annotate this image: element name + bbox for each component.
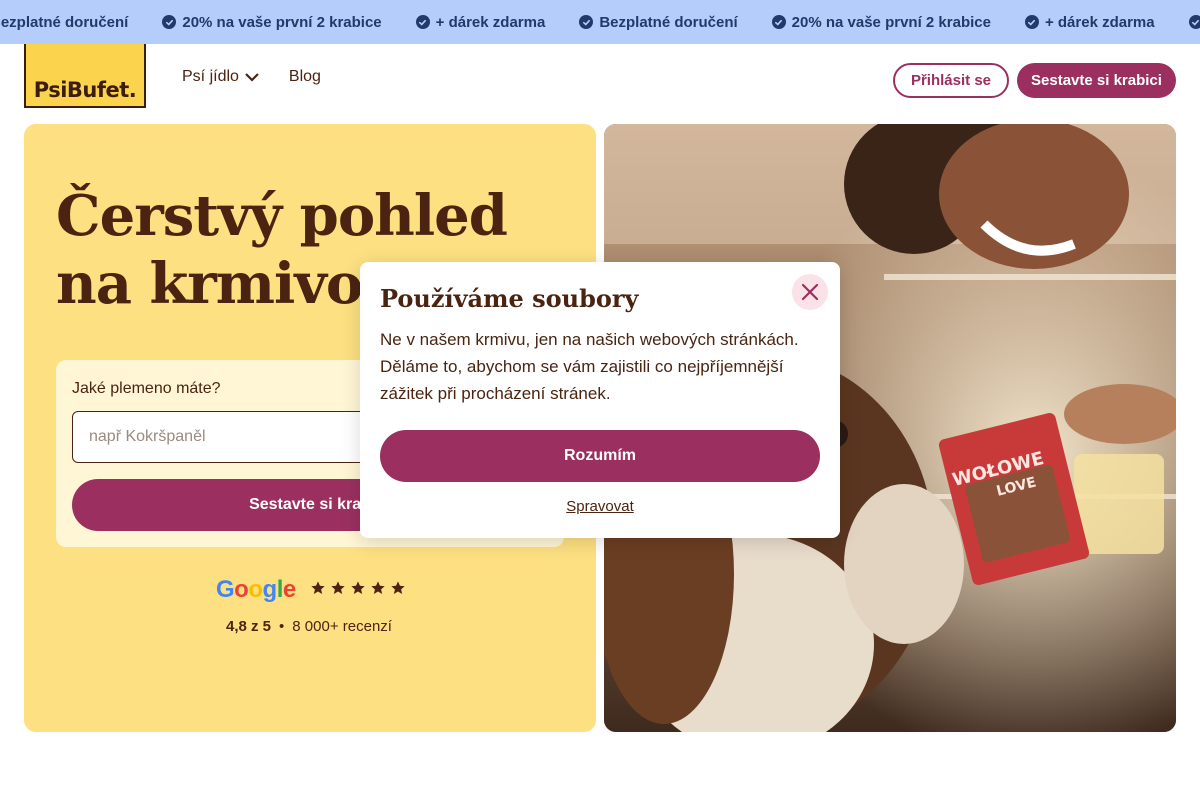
promo-item-label: 20% na vaše první 2 krabice [791, 13, 991, 31]
manage-cookies-link[interactable]: Spravovat [360, 498, 840, 515]
close-icon [801, 283, 819, 301]
promo-item-label: + dárek zdarma [1044, 13, 1155, 31]
star-icon [370, 580, 390, 601]
rating-top: Google [216, 576, 436, 604]
check-circle-icon [1024, 15, 1039, 29]
promo-item: Bezplatné doručení [579, 13, 738, 31]
build-box-button[interactable]: Sestavte si krabici [1017, 63, 1176, 98]
google-rating: Google 4,8 z 5 • 8 000+ recenzí [216, 576, 436, 635]
promo-item: Bezplatné doručení [0, 14, 128, 31]
promo-item-label: + dárek zdarma [435, 13, 546, 31]
rating-score: 4,8 z 5 [226, 618, 272, 635]
close-button[interactable] [792, 274, 828, 310]
nav-item-label: Psí jídlo [182, 68, 239, 85]
hero-title-line-1: Čerstvý pohled [56, 183, 508, 249]
check-circle-icon [162, 15, 177, 29]
cookie-text: Ne v našem krmivu, jen na našich webovýc… [380, 330, 799, 403]
site-header: PsiBufet. Psí jídlo Blog Přihlásit se Se… [0, 44, 1200, 116]
breed-label: Jaké plemeno máte? [72, 380, 221, 397]
check-circle-icon [771, 15, 786, 29]
star-icon [390, 580, 410, 601]
rating-summary: 4,8 z 5 • 8 000+ recenzí [226, 618, 392, 635]
accept-cookies-button[interactable]: Rozumím [380, 430, 820, 482]
promo-item-label: Bezplatné doručení [599, 13, 738, 31]
promo-item-label: 20% na vaše první 2 krabice [182, 13, 382, 31]
promo-item: + dárek zdarma [1024, 13, 1155, 31]
check-circle-icon [415, 15, 430, 29]
promo-item: 20% na vaše první 2 krabice [771, 13, 991, 31]
logo-text: PsiBufet. [33, 78, 137, 102]
promo-item: Bezplatné doručení [1188, 14, 1200, 31]
star-icon [330, 580, 350, 601]
rating-separator: • [279, 618, 285, 635]
main-nav: Psí jídlo Blog [182, 68, 351, 86]
cookie-title: Používáme soubory [380, 284, 639, 313]
nav-item-blog[interactable]: Blog [289, 68, 321, 86]
check-circle-icon [1188, 15, 1200, 29]
google-logo: Google [216, 576, 296, 603]
cookie-dialog: Používáme soubory Ne v našem krmivu, jen… [360, 262, 840, 538]
rating-stars [310, 580, 410, 601]
promo-track: Bezplatné doručení 20% na vaše první 2 kr… [0, 0, 1200, 44]
promo-bar: Bezplatné doručení 20% na vaše první 2 kr… [0, 0, 1200, 44]
logo[interactable]: PsiBufet. [24, 44, 146, 108]
promo-item: + dárek zdarma [415, 13, 546, 31]
nav-item-dog-food[interactable]: Psí jídlo [182, 68, 259, 86]
promo-item: 20% na vaše první 2 krabice [162, 13, 382, 31]
star-icon [310, 580, 330, 601]
nav-item-label: Blog [288, 68, 321, 85]
check-circle-icon [579, 15, 594, 29]
login-button[interactable]: Přihlásit se [893, 63, 1009, 98]
rating-reviews: 8 000+ recenzí [292, 618, 392, 635]
chevron-down-icon [245, 73, 259, 82]
promo-item-label: Bezplatné doručení [0, 13, 129, 31]
star-icon [350, 580, 370, 601]
